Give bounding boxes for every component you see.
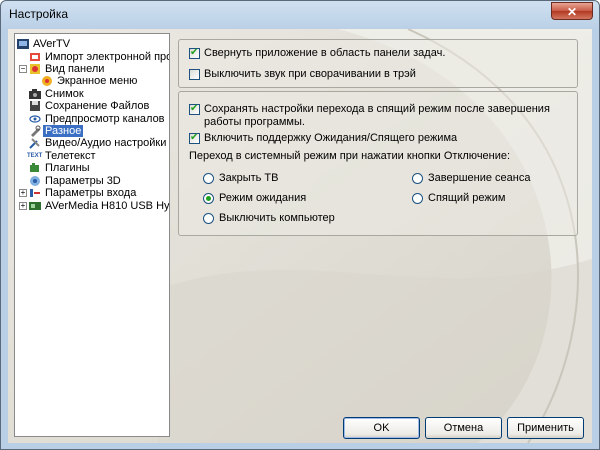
tree-item-label: Параметры входа	[45, 187, 137, 199]
av-settings-icon	[29, 138, 40, 149]
tree-item-label: Импорт электронной прогр	[45, 51, 170, 63]
tree-item-label: Разное	[43, 125, 84, 137]
title-bar[interactable]: Настройка ✕	[1, 1, 599, 28]
teletext-icon: TEXT	[27, 153, 43, 159]
apply-button[interactable]: Применить	[507, 417, 584, 439]
tree-item-label: Предпросмотр каналов	[45, 113, 165, 125]
plugins-icon	[30, 163, 39, 172]
dialog-client-area: AVerTV Импорт электронной прогр − Вид па…	[8, 29, 592, 443]
input-icon	[30, 189, 40, 197]
close-icon: ✕	[566, 5, 578, 19]
device-icon	[29, 202, 41, 210]
save-sleep-settings-label[interactable]: Сохранять настройки перехода в спящий ре…	[204, 103, 554, 129]
tree-item-label: AVerTV	[33, 38, 71, 50]
sleep-label[interactable]: Спящий режим	[428, 192, 505, 205]
settings-window: Настройка ✕ AVerTV Импорт электронной пр…	[0, 0, 600, 450]
tray-options-group: Свернуть приложение в область панели зад…	[178, 39, 578, 88]
ok-button[interactable]: OK	[343, 417, 420, 439]
power-off-radio[interactable]	[203, 213, 214, 224]
close-tv-radio[interactable]	[203, 173, 214, 184]
standby-label[interactable]: Режим ожидания	[219, 192, 306, 205]
minimize-to-tray-checkbox[interactable]	[189, 47, 200, 59]
collapse-icon[interactable]: −	[19, 65, 27, 73]
3d-icon	[30, 176, 40, 186]
expand-icon[interactable]: +	[19, 189, 27, 197]
osd-icon	[42, 76, 52, 86]
panel-view-icon	[30, 64, 40, 74]
save-sleep-settings-checkbox[interactable]	[189, 103, 200, 115]
tree-item-label: Сохранение Файлов	[45, 100, 150, 112]
sleep-radio[interactable]	[412, 193, 423, 204]
close-button[interactable]: ✕	[551, 2, 593, 20]
shutdown-caption: Переход в системный режим при нажатии кн…	[189, 150, 511, 162]
settings-tree[interactable]: AVerTV Импорт электронной прогр − Вид па…	[14, 33, 170, 437]
avertv-icon	[17, 39, 29, 49]
standby-radio[interactable]	[203, 193, 214, 204]
end-session-radio[interactable]	[412, 173, 423, 184]
window-title: Настройка	[9, 7, 69, 21]
camera-icon	[29, 89, 41, 99]
tree-item-label: Плагины	[45, 162, 90, 174]
eye-icon	[29, 115, 41, 123]
tree-item-label: Видео/Аудио настройки	[45, 137, 167, 149]
standby-support-checkbox[interactable]	[189, 132, 200, 144]
mute-on-minimize-checkbox[interactable]	[189, 69, 200, 80]
minimize-to-tray-label[interactable]: Свернуть приложение в область панели зад…	[204, 47, 445, 60]
tree-item-label: Снимок	[45, 88, 84, 100]
mute-on-minimize-label[interactable]: Выключить звук при сворачивании в трэй	[204, 68, 416, 81]
import-icon	[30, 53, 40, 61]
expand-icon[interactable]: +	[19, 202, 27, 210]
power-off-label[interactable]: Выключить компьютер	[219, 212, 335, 225]
tree-item-label: Телетекст	[45, 150, 96, 162]
standby-support-label[interactable]: Включить поддержку Ожидания/Спящего режи…	[204, 132, 457, 145]
tree-item-label: Вид панели	[45, 63, 105, 75]
end-session-label[interactable]: Завершение сеанса	[428, 172, 530, 185]
close-tv-label[interactable]: Закрыть ТВ	[219, 172, 278, 185]
misc-icon	[31, 125, 41, 137]
tree-item-label: Экранное меню	[57, 75, 138, 87]
cancel-button[interactable]: Отмена	[425, 417, 502, 439]
sleep-options-group: Сохранять настройки перехода в спящий ре…	[178, 91, 578, 236]
save-files-icon	[30, 101, 40, 111]
tree-item-label: Параметры 3D	[45, 175, 121, 187]
tree-item-label: AVerMedia H810 USB Hybric	[45, 200, 170, 212]
